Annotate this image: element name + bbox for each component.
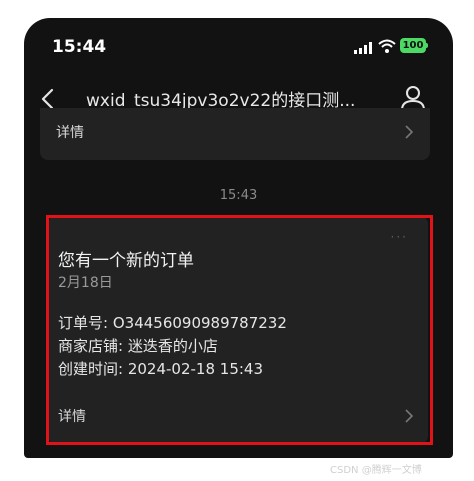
previous-message-card: 详情 (40, 108, 430, 160)
phone-screen: 15:44 100 wxid_tsu34jpv3o2v22的接口测... 详情 (24, 18, 453, 458)
previous-detail-link[interactable]: 详情 (56, 122, 414, 144)
order-detail-link[interactable]: 详情 (58, 406, 414, 428)
order-notification-card[interactable]: ··· 您有一个新的订单 2月18日 订单号: O344560909897872… (48, 216, 428, 444)
chevron-right-icon (405, 409, 414, 423)
battery-tip (426, 43, 428, 48)
shop-label: 商家店铺: (58, 337, 124, 355)
battery-indicator: 100 (400, 38, 426, 53)
shop-row: 商家店铺: 迷迭香的小店 (58, 335, 218, 356)
watermark: CSDN @腾辉一文博 (330, 465, 422, 476)
status-bar: 15:44 100 (24, 18, 453, 78)
order-number-value: O34456090989787232 (112, 314, 287, 332)
order-date: 2月18日 (58, 275, 113, 291)
shop-value: 迷迭香的小店 (127, 337, 218, 355)
order-number-label: 订单号: (58, 314, 109, 332)
order-title: 您有一个新的订单 (58, 251, 194, 271)
signal-icon (354, 42, 372, 54)
detail-label: 详情 (58, 409, 86, 425)
created-time-label: 创建时间: (58, 360, 124, 378)
detail-label: 详情 (56, 125, 84, 141)
status-time: 15:44 (52, 37, 107, 57)
created-time-row: 创建时间: 2024-02-18 15:43 (58, 358, 263, 379)
message-timestamp: 15:43 (219, 188, 258, 203)
more-options-icon[interactable]: ··· (391, 230, 408, 244)
order-number-row: 订单号: O34456090989787232 (58, 312, 287, 333)
wifi-icon (378, 39, 396, 53)
chevron-right-icon (405, 125, 414, 139)
created-time-value: 2024-02-18 15:43 (127, 360, 264, 378)
